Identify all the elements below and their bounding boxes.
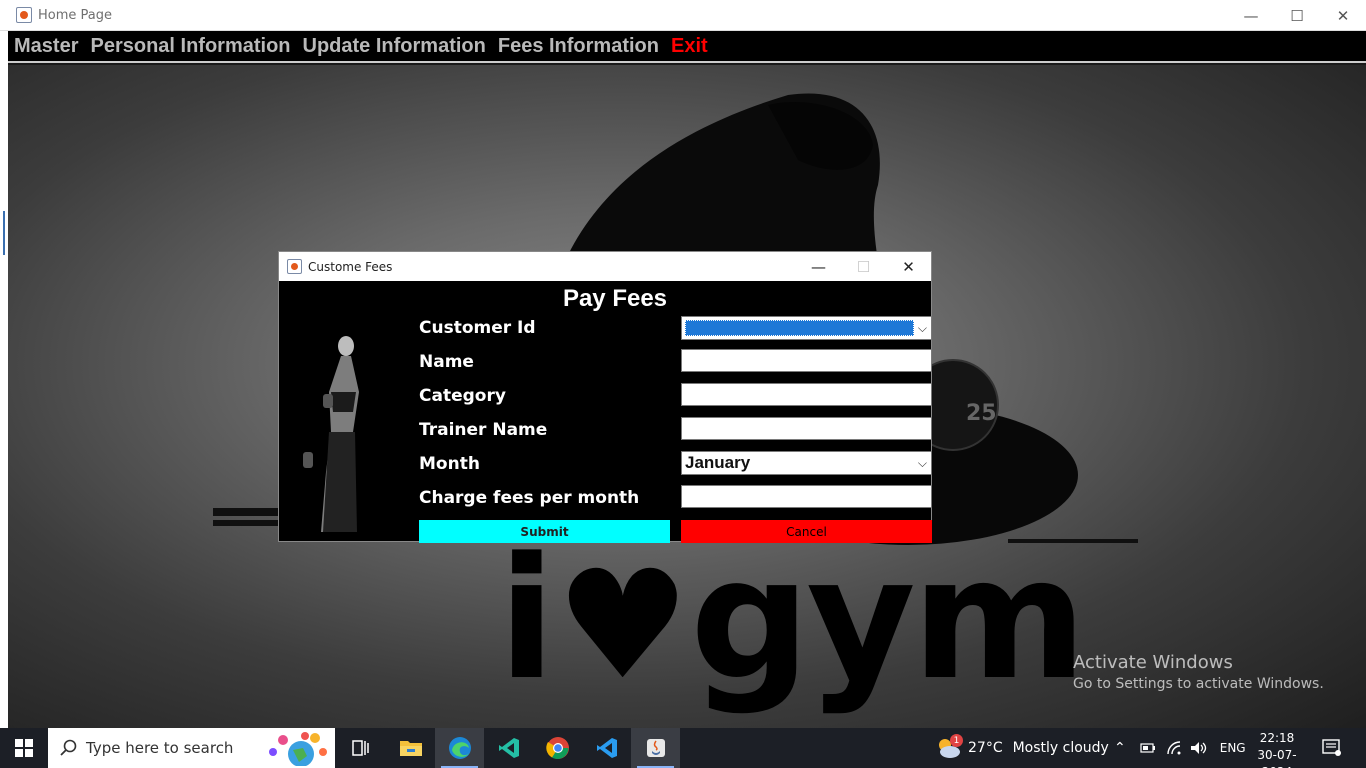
weather-condition: Mostly cloudy — [1012, 740, 1109, 756]
i-love-gym-logo: i ♥ gym — [498, 521, 1087, 717]
task-view-icon[interactable] — [336, 728, 385, 768]
file-explorer-icon[interactable] — [386, 728, 435, 768]
clock-date: 30-07-2024 — [1257, 748, 1297, 768]
dialog-close-button[interactable]: ✕ — [886, 252, 931, 281]
clock-time: 22:18 — [1259, 731, 1295, 745]
notification-center-icon[interactable] — [1322, 728, 1342, 768]
window-left-edge — [0, 31, 8, 728]
logo-letter-i: i — [498, 521, 556, 717]
submit-button[interactable]: Submit — [419, 520, 670, 543]
weather-badge: 1 — [950, 734, 963, 747]
charge-fees-field[interactable] — [681, 485, 932, 508]
category-label: Category — [419, 386, 506, 406]
fitness-woman-image — [303, 336, 359, 532]
logo-word-gym: gym — [690, 521, 1087, 717]
menu-personal-information[interactable]: Personal Information — [90, 35, 290, 58]
menu-update-information[interactable]: Update Information — [303, 35, 486, 58]
battery-icon[interactable] — [1140, 742, 1156, 754]
edge-icon[interactable] — [435, 728, 484, 768]
chrome-icon[interactable] — [533, 728, 582, 768]
wifi-icon[interactable] — [1166, 741, 1182, 755]
trainer-name-field[interactable] — [681, 417, 932, 440]
chevron-down-icon[interactable]: ⌵ — [918, 456, 927, 471]
maximize-button[interactable]: ☐ — [1274, 0, 1320, 31]
dialog-maximize-button: ☐ — [856, 257, 871, 276]
main-window-title: Home Page — [38, 7, 112, 23]
svg-text:25: 25 — [966, 401, 997, 426]
weather-widget[interactable]: 1 27°C Mostly cloudy — [934, 728, 1109, 768]
main-window-titlebar: Home Page — ☐ ✕ — [0, 0, 1366, 31]
month-combobox[interactable]: January ⌵ — [681, 451, 932, 475]
dialog-minimize-button[interactable]: — — [796, 252, 841, 281]
custome-fees-dialog: Custome Fees — ☐ ✕ Pay Fees Customer Id … — [278, 251, 932, 543]
cancel-button[interactable]: Cancel — [681, 520, 932, 543]
trainer-name-label: Trainer Name — [419, 420, 548, 440]
menu-bar: Master Personal Information Update Infor… — [8, 31, 1366, 63]
windows-start-icon[interactable] — [0, 728, 48, 768]
name-label: Name — [419, 352, 474, 372]
minimize-button[interactable]: — — [1228, 0, 1274, 31]
java-icon[interactable] — [631, 728, 680, 768]
dialog-title: Custome Fees — [308, 259, 393, 274]
heart-icon: ♥ — [555, 539, 690, 713]
watermark-line1: Activate Windows — [1073, 652, 1233, 673]
month-label: Month — [419, 454, 480, 474]
customer-id-combobox[interactable]: ⌵ — [681, 316, 932, 340]
dialog-titlebar: Custome Fees — ☐ ✕ — [279, 252, 931, 281]
menu-master[interactable]: Master — [14, 35, 78, 58]
vscode-icon[interactable] — [582, 728, 631, 768]
windows-taskbar: Type here to search 1 27°C Mostly cloudy… — [0, 728, 1366, 768]
search-highlight-globe-icon — [269, 732, 327, 766]
java-app-icon — [287, 259, 302, 274]
pay-fees-heading: Pay Fees — [562, 285, 668, 312]
watermark-line2: Go to Settings to activate Windows. — [1073, 676, 1324, 692]
close-button[interactable]: ✕ — [1320, 0, 1366, 31]
category-field[interactable] — [681, 383, 932, 406]
name-field[interactable] — [681, 349, 932, 372]
search-placeholder: Type here to search — [86, 739, 234, 757]
volume-icon[interactable] — [1190, 741, 1208, 755]
customer-id-label: Customer Id — [419, 318, 536, 338]
customer-id-selection — [685, 320, 914, 336]
search-icon — [60, 739, 77, 756]
chevron-down-icon[interactable]: ⌵ — [918, 321, 927, 336]
weather-temperature: 27°C — [968, 740, 1003, 756]
charge-fees-label: Charge fees per month — [419, 488, 640, 508]
month-value: January — [685, 453, 751, 472]
menu-exit[interactable]: Exit — [671, 35, 708, 58]
activate-windows-watermark: Activate Windows Go to Settings to activ… — [1073, 652, 1324, 692]
menu-fees-information[interactable]: Fees Information — [498, 35, 659, 58]
taskbar-search-box[interactable]: Type here to search — [48, 728, 335, 768]
java-app-icon — [16, 7, 32, 23]
system-tray: ⌃ ENG — [1114, 728, 1246, 768]
taskbar-clock[interactable]: 22:18 30-07-2024 — [1245, 730, 1309, 768]
chevron-up-icon[interactable]: ⌃ — [1114, 740, 1126, 756]
language-indicator[interactable]: ENG — [1220, 741, 1246, 755]
vscode-insiders-icon[interactable] — [484, 728, 533, 768]
